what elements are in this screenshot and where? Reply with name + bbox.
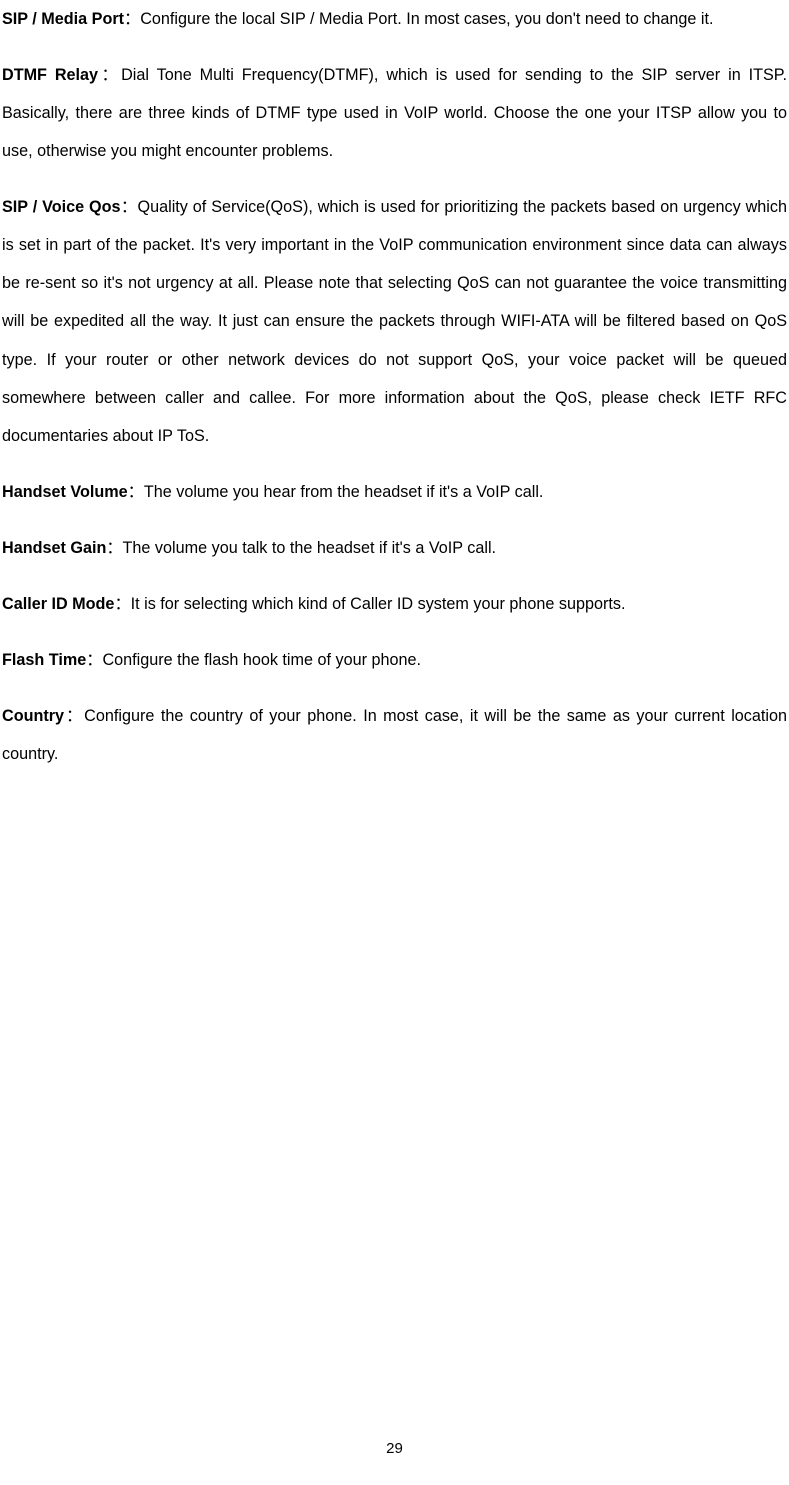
paragraph-dtmf-relay: DTMF Relay：Dial Tone Multi Frequency(DTM… xyxy=(2,56,787,170)
term-label: SIP / Voice Qos xyxy=(2,198,120,216)
paragraph-sip-media-port: SIP / Media Port：Configure the local SIP… xyxy=(2,0,787,38)
paragraph-text: Quality of Service(QoS), which is used f… xyxy=(2,198,787,444)
term-separator: ： xyxy=(64,707,84,725)
paragraph-text: The volume you hear from the headset if … xyxy=(144,483,544,501)
paragraph-text: The volume you talk to the headset if it… xyxy=(123,539,497,557)
term-label: Flash Time xyxy=(2,651,86,669)
term-separator: ： xyxy=(120,198,137,216)
paragraph-text: Configure the flash hook time of your ph… xyxy=(102,651,421,669)
paragraph-caller-id-mode: Caller ID Mode：It is for selecting which… xyxy=(2,585,787,623)
page-number: 29 xyxy=(0,1440,789,1457)
document-content: SIP / Media Port：Configure the local SIP… xyxy=(0,0,789,773)
term-label: Caller ID Mode xyxy=(2,595,114,613)
paragraph-text: Configure the country of your phone. In … xyxy=(2,707,787,763)
paragraph-handset-volume: Handset Volume：The volume you hear from … xyxy=(2,473,787,511)
term-label: SIP / Media Port xyxy=(2,10,124,28)
term-label: DTMF Relay xyxy=(2,66,98,84)
term-separator: ： xyxy=(128,483,144,501)
term-label: Handset Volume xyxy=(2,483,128,501)
paragraph-flash-time: Flash Time：Configure the flash hook time… xyxy=(2,641,787,679)
paragraph-handset-gain: Handset Gain：The volume you talk to the … xyxy=(2,529,787,567)
paragraph-country: Country：Configure the country of your ph… xyxy=(2,697,787,773)
document-page: SIP / Media Port：Configure the local SIP… xyxy=(0,0,789,1485)
paragraph-text: Configure the local SIP / Media Port. In… xyxy=(140,10,713,28)
term-label: Handset Gain xyxy=(2,539,106,557)
paragraph-text: It is for selecting which kind of Caller… xyxy=(131,595,626,613)
paragraph-sip-voice-qos: SIP / Voice Qos：Quality of Service(QoS),… xyxy=(2,188,787,454)
term-separator: ： xyxy=(98,66,121,84)
term-separator: ： xyxy=(86,651,102,669)
term-label: Country xyxy=(2,707,64,725)
term-separator: ： xyxy=(114,595,130,613)
term-separator: ： xyxy=(106,539,122,557)
term-separator: ： xyxy=(124,10,140,28)
